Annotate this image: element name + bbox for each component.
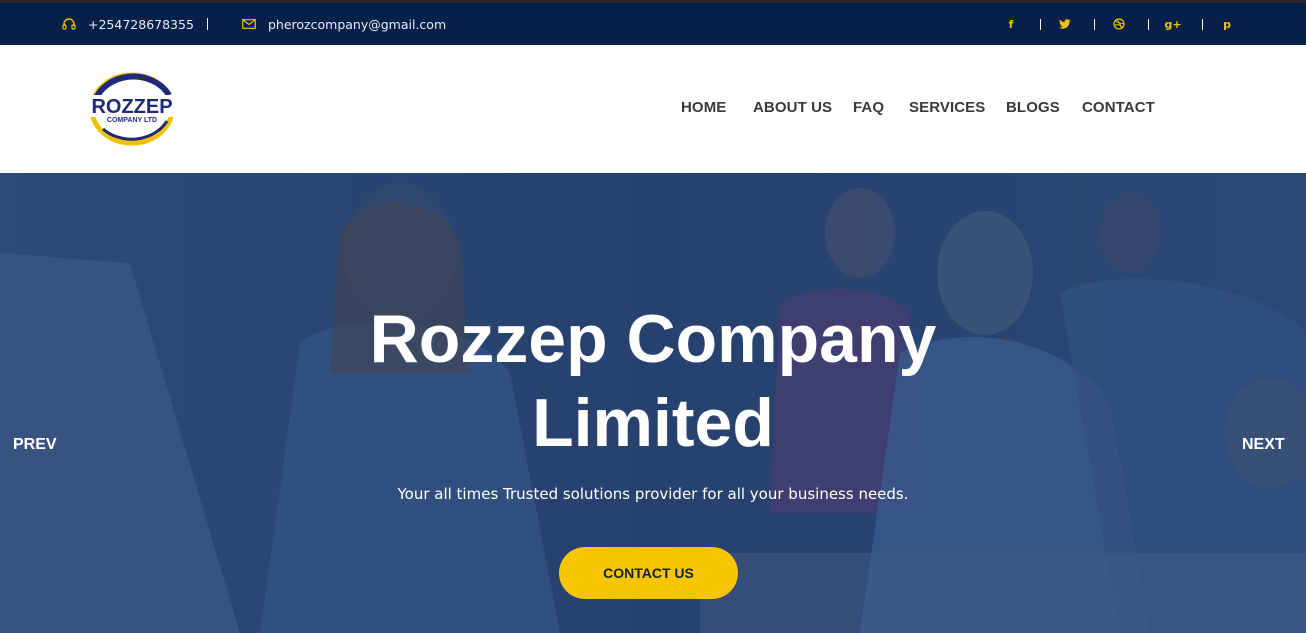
social-divider — [1202, 19, 1203, 30]
hero-title-line-2: Limited — [532, 385, 774, 461]
hero-title-line-1: Rozzep Company — [369, 301, 937, 377]
company-logo[interactable]: ROZZEP COMPANY LTD — [83, 71, 181, 149]
nav-item-services[interactable]: SERVICES — [909, 99, 985, 116]
twitter-icon[interactable] — [1056, 3, 1074, 45]
email-contact[interactable]: pherozcompany@gmail.com — [242, 3, 446, 45]
google-plus-icon[interactable]: g+ — [1164, 3, 1182, 45]
next-slide-button[interactable]: NEXT — [1242, 436, 1285, 454]
social-divider — [1148, 19, 1149, 30]
pinterest-icon[interactable]: p — [1218, 3, 1236, 45]
email-address: pherozcompany@gmail.com — [268, 16, 447, 32]
social-divider — [1040, 19, 1041, 30]
nav-item-about-us[interactable]: ABOUT US — [753, 99, 832, 116]
phone-contact[interactable]: +254728678355 — [62, 3, 194, 45]
logo-text: ROZZEP — [91, 96, 172, 118]
social-divider — [1094, 19, 1095, 30]
topbar-divider — [207, 18, 208, 30]
envelope-icon — [242, 19, 256, 29]
nav-item-faq[interactable]: FAQ — [853, 99, 884, 116]
top-bar: +254728678355 pherozcompany@gmail.com f … — [0, 0, 1306, 45]
nav-item-home[interactable]: HOME — [681, 99, 726, 116]
hero-title: Rozzep Company Limited — [0, 297, 1306, 465]
dribbble-ball-shape — [1113, 18, 1125, 30]
nav-item-contact[interactable]: CONTACT — [1082, 99, 1155, 116]
nav-item-blogs[interactable]: BLOGS — [1006, 99, 1060, 116]
hero-slider: Rozzep Company Limited Your all times Tr… — [0, 173, 1306, 633]
prev-slide-button[interactable]: PREV — [13, 436, 57, 454]
dribbble-icon[interactable] — [1110, 3, 1128, 45]
hero-subtitle: Your all times Trusted solutions provide… — [397, 485, 909, 503]
facebook-icon[interactable]: f — [1002, 3, 1020, 45]
twitter-bird-shape — [1059, 19, 1071, 29]
site-header: ROZZEP COMPANY LTD HOME ABOUT US FAQ SER… — [0, 45, 1306, 173]
logo-subtext: COMPANY LTD — [107, 117, 157, 124]
headset-icon — [62, 18, 76, 30]
contact-us-button[interactable]: CONTACT US — [559, 547, 738, 599]
phone-number: +254728678355 — [88, 16, 194, 32]
